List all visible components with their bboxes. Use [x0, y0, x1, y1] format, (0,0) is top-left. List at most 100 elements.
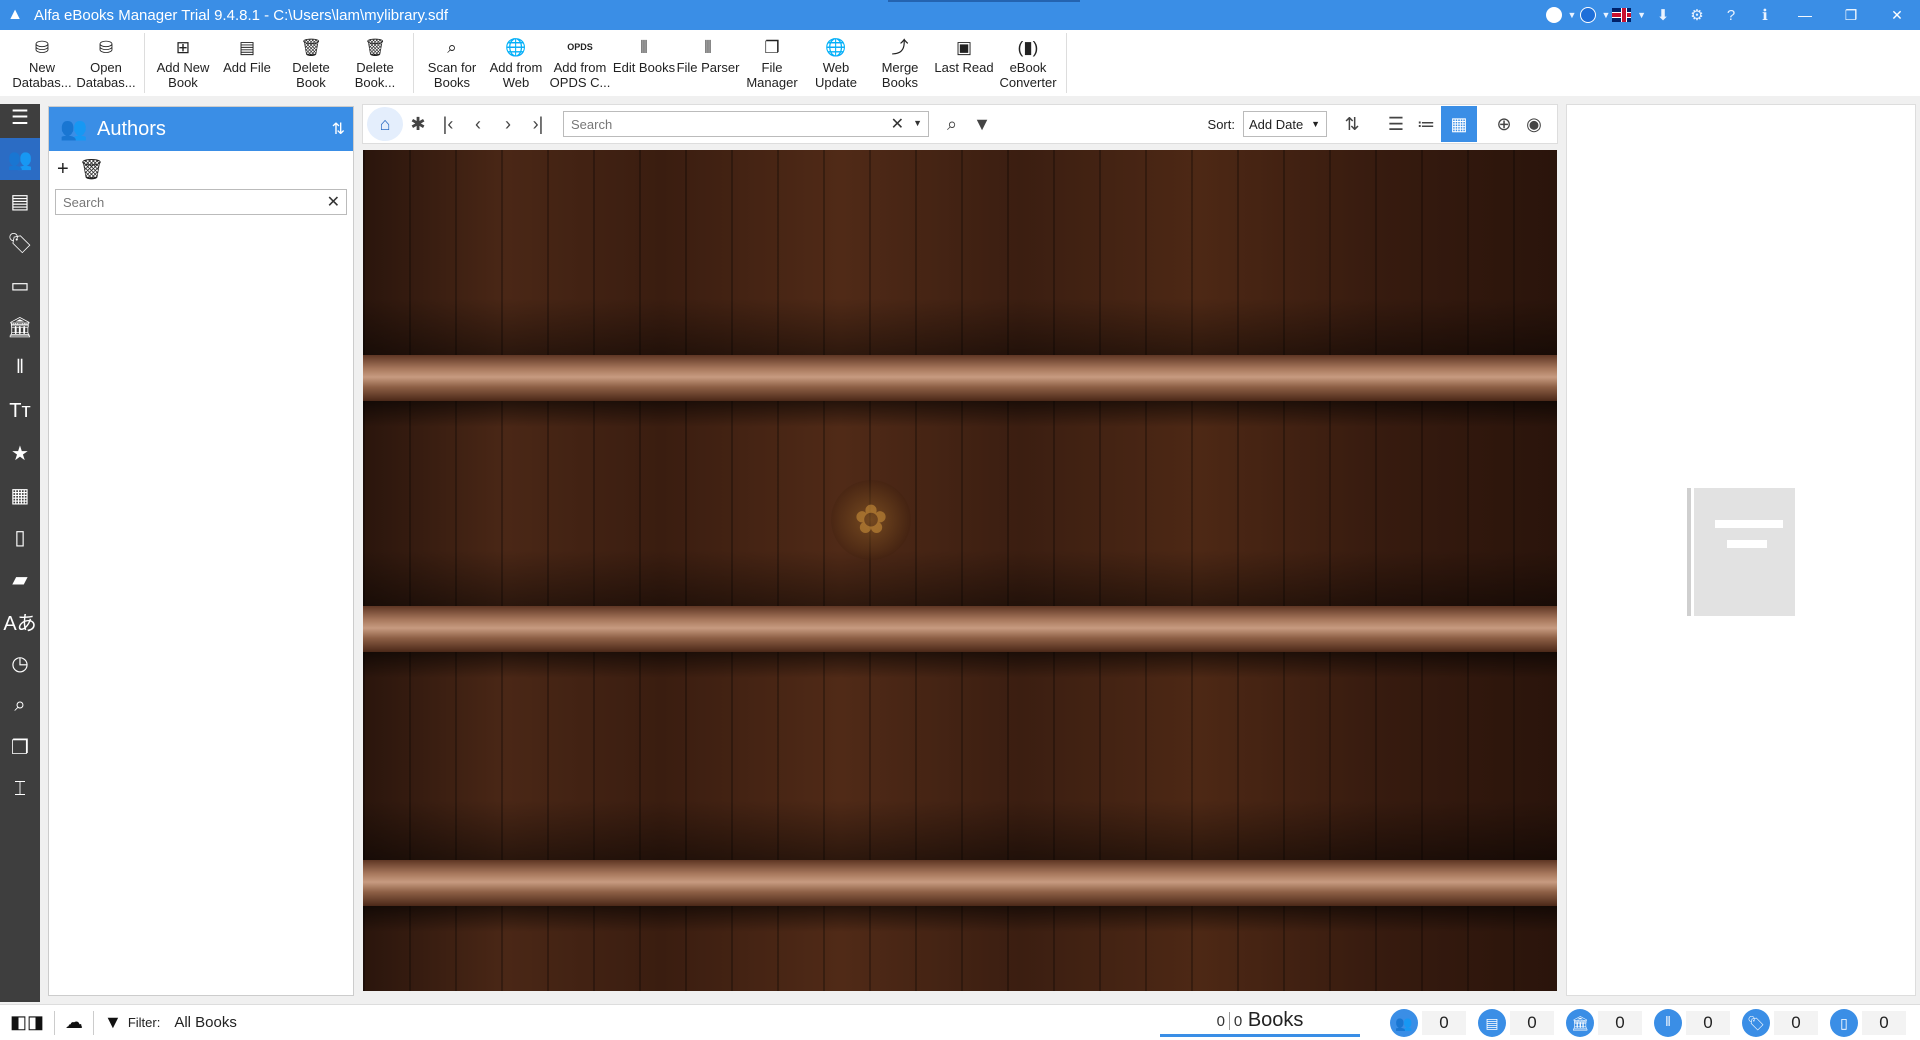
- document-icon[interactable]: ▯: [0, 516, 40, 558]
- close-button[interactable]: ✕: [1874, 0, 1920, 30]
- open-database-button[interactable]: ⛁ Open Databas...: [74, 33, 138, 93]
- merge-button[interactable]: ⤴ Merge Books: [868, 33, 932, 93]
- minimize-button[interactable]: —: [1782, 0, 1828, 30]
- main-search-input[interactable]: Search ✕ ▼: [563, 111, 929, 137]
- filter-value[interactable]: All Books: [174, 1014, 237, 1031]
- tags-icon[interactable]: 🏷: [0, 222, 40, 264]
- shelf-plank: [363, 860, 1557, 932]
- web-update-button[interactable]: 🌐 Web Update: [804, 33, 868, 93]
- edit-books-button[interactable]: ⦀ Edit Books: [612, 33, 676, 93]
- delete-book-file-icon: 🗑: [364, 37, 386, 57]
- library-icon[interactable]: 🏛: [0, 306, 40, 348]
- barcode-button[interactable]: ⦀ File Parser: [676, 33, 740, 93]
- app-logo-icon: ▲: [7, 6, 23, 23]
- sort-direction-icon[interactable]: ⇅: [1337, 106, 1367, 142]
- settings-gear-icon[interactable]: ⚙: [1680, 0, 1714, 30]
- translate-icon[interactable]: Aあ: [0, 600, 40, 642]
- ribbon-button-label: Add File: [223, 60, 271, 75]
- calendar-clock-icon[interactable]: ◷: [0, 642, 40, 684]
- uk-flag-icon: [1612, 8, 1632, 22]
- status-counter[interactable]: ▯ 0: [1830, 1009, 1918, 1037]
- advanced-search-icon[interactable]: ⌕: [937, 106, 967, 142]
- help-icon[interactable]: ?: [1714, 0, 1748, 30]
- download-icon[interactable]: ⬇: [1646, 0, 1680, 30]
- bookshelf-view[interactable]: ✿: [363, 150, 1557, 991]
- home-icon[interactable]: ⌂: [367, 107, 403, 141]
- search-dropdown-icon[interactable]: ▼: [913, 118, 922, 128]
- status-counter[interactable]: ▤ 0: [1478, 1009, 1566, 1037]
- filter-icon[interactable]: ▼: [104, 1012, 122, 1033]
- book-icon[interactable]: ▰: [0, 558, 40, 600]
- sort-value: Add Date: [1249, 116, 1304, 132]
- zoom-icon[interactable]: ⊕: [1489, 106, 1519, 142]
- clear-search-icon[interactable]: ✕: [891, 114, 904, 134]
- info-icon[interactable]: ℹ: [1748, 0, 1782, 30]
- calendar-icon[interactable]: ▦: [0, 474, 40, 516]
- clear-search-icon[interactable]: ✕: [327, 192, 340, 212]
- merge-icon: ⤴: [891, 37, 909, 57]
- details-view-icon[interactable]: ≔: [1411, 106, 1441, 142]
- book-title-line: [1727, 540, 1767, 548]
- converter-button[interactable]: (▮) eBook Converter: [996, 33, 1060, 93]
- file-manager-button[interactable]: ❐ File Manager: [740, 33, 804, 93]
- sort-az-icon[interactable]: ⇅: [332, 119, 345, 139]
- authors-header: 👥 Authors ⇅: [49, 107, 353, 151]
- authors-icon[interactable]: 👥: [0, 138, 40, 180]
- search-database-icon[interactable]: ⌕: [0, 684, 40, 726]
- layout-toggle-icon[interactable]: ◧◨: [10, 1012, 44, 1033]
- add-author-icon[interactable]: +: [57, 158, 69, 181]
- authors-search-input[interactable]: Search ✕: [55, 189, 347, 215]
- language-selector[interactable]: ▼: [1612, 0, 1646, 30]
- scan-button[interactable]: ⌕ Scan for Books: [420, 33, 484, 93]
- globe-button[interactable]: 🌐 Add from Web: [484, 33, 548, 93]
- status-counter[interactable]: 🏷 0: [1742, 1009, 1830, 1037]
- filter-icon[interactable]: ▼: [967, 106, 997, 142]
- ribbon-button-label: Merge Books: [881, 60, 919, 90]
- restore-button[interactable]: ❐: [1828, 0, 1874, 30]
- delete-book-file-button[interactable]: 🗑 Delete Book...: [343, 33, 407, 93]
- theme-selector[interactable]: ▼: [1544, 0, 1578, 30]
- status-counter[interactable]: 𝍪0: [1654, 1009, 1742, 1037]
- add-file-button[interactable]: ▤ Add File: [215, 33, 279, 93]
- previous-icon[interactable]: ‹: [463, 106, 493, 142]
- color-selector[interactable]: ▼: [1578, 0, 1612, 30]
- preview-eye-icon[interactable]: ◉: [1519, 106, 1549, 142]
- ribbon-button-label: Web Update: [815, 60, 857, 90]
- new-database-button[interactable]: ⛁ New Databas...: [10, 33, 74, 93]
- monitor-icon[interactable]: ▭: [0, 264, 40, 306]
- star-icon[interactable]: ★: [0, 432, 40, 474]
- text-cursor-icon[interactable]: ⌶: [0, 768, 40, 810]
- window-title: Alfa eBooks Manager Trial 9.4.8.1 - C:\U…: [34, 6, 449, 24]
- all-asterisk-icon[interactable]: ✱: [403, 106, 433, 142]
- status-counter[interactable]: 🏛 0: [1566, 1009, 1654, 1037]
- ribbon-button-label: Scan for Books: [427, 60, 477, 90]
- new-database-icon: ⛁: [34, 37, 50, 57]
- add-book-icon: ⊞: [175, 37, 191, 57]
- grid-view-icon[interactable]: ▦: [1441, 106, 1477, 142]
- counter-value: 0: [1686, 1011, 1730, 1035]
- series-icon[interactable]: ▤: [0, 180, 40, 222]
- status-counter[interactable]: 👥 0: [1390, 1009, 1478, 1037]
- authors-count-icon: 👥: [1390, 1009, 1418, 1037]
- menu-icon[interactable]: ☰: [0, 96, 40, 138]
- sort-select[interactable]: Add Date ▼: [1243, 111, 1327, 137]
- last-page-icon[interactable]: ›|: [523, 106, 553, 142]
- shelf-shadow: [363, 800, 1557, 860]
- delete-author-icon[interactable]: 🗑: [79, 157, 104, 182]
- list-view-icon[interactable]: ☰: [1381, 106, 1411, 142]
- add-book-button[interactable]: ⊞ Add New Book: [151, 33, 215, 93]
- first-page-icon[interactable]: |‹: [433, 106, 463, 142]
- delete-book-button[interactable]: 🗑 Delete Book: [279, 33, 343, 93]
- ribbon-button-label: Last Read: [934, 60, 994, 75]
- bookshelf-icon[interactable]: 𝍪: [0, 348, 40, 390]
- opds-button[interactable]: OPDS Add from OPDS C...: [548, 33, 612, 93]
- next-icon[interactable]: ›: [493, 106, 523, 142]
- book-open-button[interactable]: ▣ Last Read: [932, 33, 996, 93]
- copy-icon[interactable]: ❐: [0, 726, 40, 768]
- text-icon[interactable]: Tт: [0, 390, 40, 432]
- ribbon-button-label: New Databas...: [12, 60, 72, 90]
- ribbon-button-label: Add New Book: [156, 60, 210, 90]
- cloud-icon[interactable]: ☁: [65, 1012, 83, 1033]
- books-count: 00 Books: [1160, 1009, 1360, 1037]
- edit-books-icon: ⦀: [640, 37, 648, 57]
